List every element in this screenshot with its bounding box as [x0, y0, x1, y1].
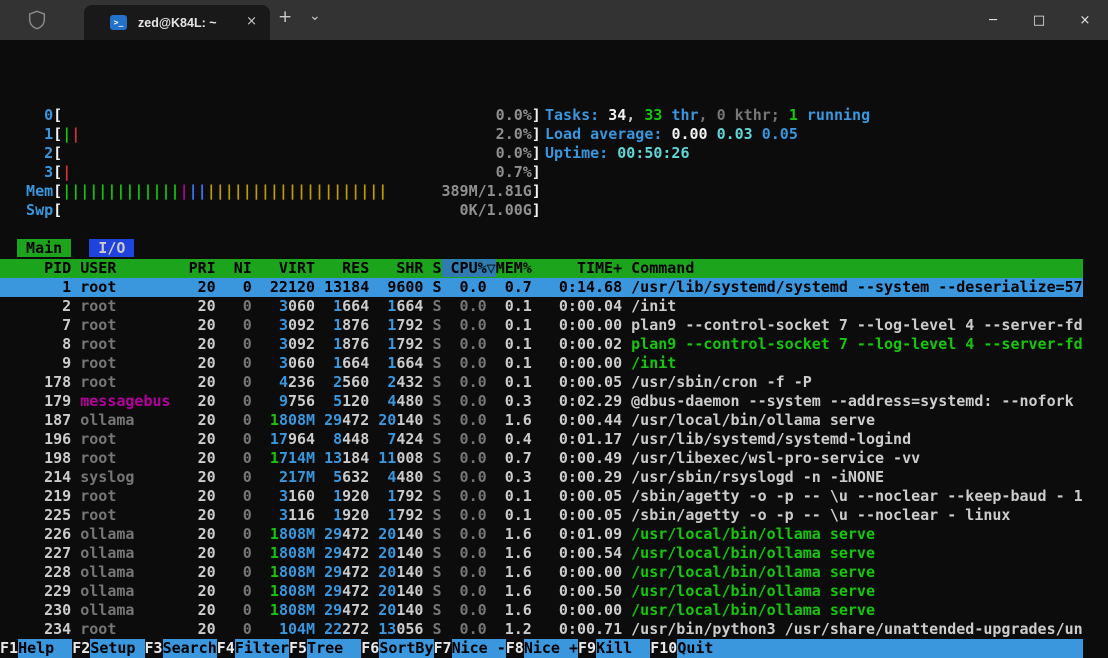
htop-tab-bar: Main I/O: [8, 239, 134, 258]
close-button[interactable]: ×: [1062, 0, 1108, 40]
meter-mem: Mem[||||||||||||||||||||||||||||||||||||…: [8, 182, 541, 201]
process-row-179[interactable]: 179 messagebus 20 0 9756 5120 4480 S 0.0…: [0, 392, 1083, 411]
process-row-8[interactable]: 8 root 20 0 3092 1876 1792 S 0.0 0.1 0:0…: [0, 335, 1083, 354]
col-header-ni[interactable]: NI: [216, 259, 252, 277]
fkey-f7[interactable]: F7Nice -: [434, 639, 506, 658]
col-header-cpu[interactable]: CPU%▽: [442, 259, 496, 277]
meter-3: 3[| 0.7%]: [8, 163, 541, 182]
fkey-f1[interactable]: F1Help: [0, 639, 72, 658]
col-header-shr[interactable]: SHR: [369, 259, 423, 277]
col-header-res[interactable]: RES: [315, 259, 369, 277]
minimize-button[interactable]: ─: [970, 0, 1016, 40]
htop-tab-io[interactable]: I/O: [89, 239, 134, 257]
fkey-f2[interactable]: F2Setup: [72, 639, 144, 658]
powershell-icon: >_: [110, 15, 127, 30]
fkey-f10[interactable]: F10Quit: [650, 639, 731, 658]
htop-tab-main[interactable]: Main: [17, 239, 71, 257]
process-table-header: PID USER PRI NI VIRT RES SHR S CPU%▽MEM%…: [0, 259, 1083, 278]
col-header-user[interactable]: USER: [80, 259, 170, 277]
meter-1: 1[|| 2.0%]: [8, 125, 541, 144]
summary-tasks: Tasks: 34, 33 thr, 0 kthr; 1 running: [545, 106, 870, 125]
process-row-214[interactable]: 214 syslog 20 0 217M 5632 4480 S 0.0 0.3…: [0, 468, 1083, 487]
process-row-228[interactable]: 228 ollama 20 0 1808M 29472 20140 S 0.0 …: [0, 563, 1083, 582]
process-row-226[interactable]: 226 ollama 20 0 1808M 29472 20140 S 0.0 …: [0, 525, 1083, 544]
process-row-1[interactable]: 1 root 20 0 22120 13184 9600 S 0.0 0.7 0…: [0, 278, 1083, 297]
shield-icon: [26, 9, 48, 31]
fkey-f4[interactable]: F4Filter: [217, 639, 289, 658]
terminal-tab[interactable]: >_ zed@K84L: ~ ×: [84, 5, 270, 40]
fkey-f3[interactable]: F3Search: [145, 639, 217, 658]
col-header-time[interactable]: TIME+: [541, 259, 622, 277]
col-header-pid[interactable]: PID: [8, 259, 71, 277]
fkey-f8[interactable]: F8Nice +: [506, 639, 578, 658]
process-row-187[interactable]: 187 ollama 20 0 1808M 29472 20140 S 0.0 …: [0, 411, 1083, 430]
process-row-230[interactable]: 230 ollama 20 0 1808M 29472 20140 S 0.0 …: [0, 601, 1083, 620]
process-table: 1 root 20 0 22120 13184 9600 S 0.0 0.7 0…: [0, 278, 1083, 639]
process-row-225[interactable]: 225 root 20 0 3116 1920 1792 S 0.0 0.1 0…: [0, 506, 1083, 525]
process-row-178[interactable]: 178 root 20 0 4236 2560 2432 S 0.0 0.1 0…: [0, 373, 1083, 392]
meter-swp: Swp[ 0K/1.00G]: [8, 201, 541, 220]
process-row-198[interactable]: 198 root 20 0 1714M 13184 11008 S 0.0 0.…: [0, 449, 1083, 468]
process-row-7[interactable]: 7 root 20 0 3092 1876 1792 S 0.0 0.1 0:0…: [0, 316, 1083, 335]
process-row-196[interactable]: 196 root 20 0 17964 8448 7424 S 0.0 0.4 …: [0, 430, 1083, 449]
process-row-2[interactable]: 2 root 20 0 3060 1664 1664 S 0.0 0.1 0:0…: [0, 297, 1083, 316]
function-key-bar: F1Help F2Setup F3SearchF4FilterF5Tree F6…: [0, 639, 1083, 658]
tab-close-icon[interactable]: ×: [246, 14, 257, 29]
process-row-227[interactable]: 227 ollama 20 0 1808M 29472 20140 S 0.0 …: [0, 544, 1083, 563]
title-bar: >_ zed@K84L: ~ × + ⌄ ─ □ ×: [0, 0, 1108, 40]
new-tab-button[interactable]: +: [278, 7, 292, 27]
summary-load: Load average: 0.00 0.03 0.05: [545, 125, 798, 144]
col-header-virt[interactable]: VIRT: [252, 259, 315, 277]
process-row-9[interactable]: 9 root 20 0 3060 1664 1664 S 0.0 0.1 0:0…: [0, 354, 1083, 373]
process-row-229[interactable]: 229 ollama 20 0 1808M 29472 20140 S 0.0 …: [0, 582, 1083, 601]
process-row-219[interactable]: 219 root 20 0 3160 1920 1792 S 0.0 0.1 0…: [0, 487, 1083, 506]
meter-0: 0[ 0.0%]: [8, 106, 541, 125]
col-header-cmd[interactable]: Command: [631, 259, 694, 277]
col-header-mem[interactable]: MEM%: [496, 259, 541, 277]
chevron-down-icon[interactable]: ⌄: [309, 8, 321, 24]
fkey-f5[interactable]: F5Tree: [289, 639, 361, 658]
terminal-screen[interactable]: 0[ 0.0%] 1[|| 2.0%] 2[ 0.0%] 3[|: [0, 40, 1108, 621]
col-header-pri[interactable]: PRI: [171, 259, 216, 277]
tab-title: zed@K84L: ~: [138, 16, 217, 30]
process-row-234[interactable]: 234 root 20 0 104M 22272 13056 S 0.0 1.2…: [0, 620, 1083, 639]
col-header-s[interactable]: S: [432, 259, 441, 277]
fkey-f9[interactable]: F9Kill: [578, 639, 650, 658]
fkey-f6[interactable]: F6SortBy: [361, 639, 433, 658]
maximize-button[interactable]: □: [1016, 0, 1062, 40]
meter-2: 2[ 0.0%]: [8, 144, 541, 163]
summary-uptime: Uptime: 00:50:26: [545, 144, 690, 163]
